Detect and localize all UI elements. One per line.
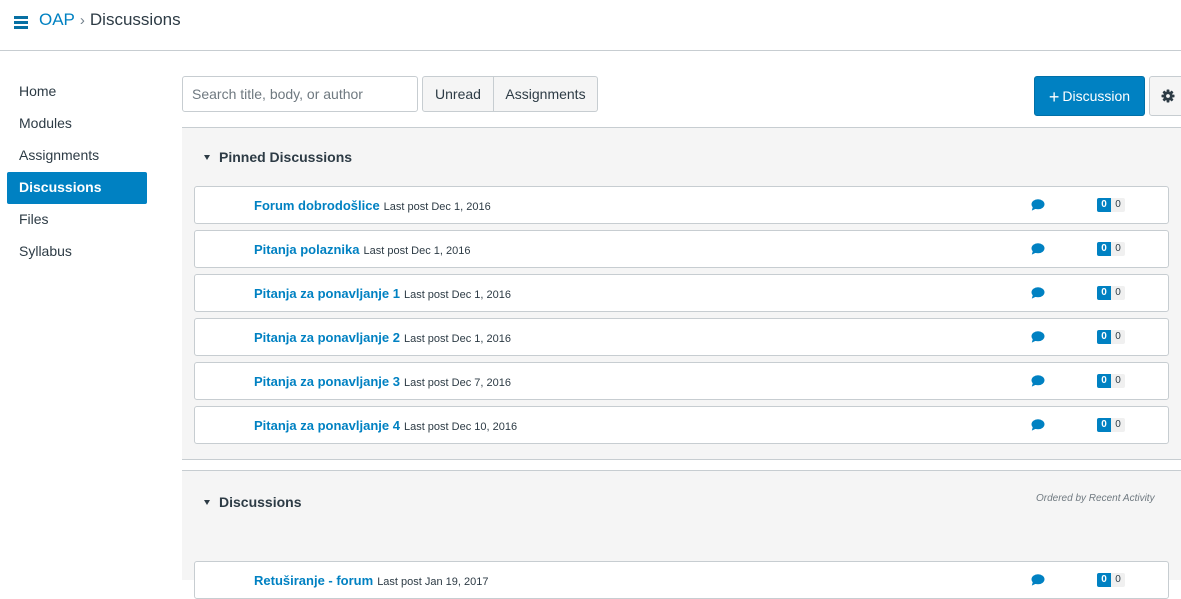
reply-count-badges: 00 — [1097, 573, 1125, 587]
pinned-discussions-section: Pinned Discussions Forum dobrodošlice Las… — [182, 127, 1181, 460]
breadcrumb: OAP › Discussions — [39, 10, 181, 31]
chat-bubble-icon — [1031, 287, 1045, 299]
discussion-row: Pitanja za ponavljanje 1 Last post Dec 1,… — [194, 274, 1169, 312]
nav-item-discussions[interactable]: Discussions — [7, 172, 147, 204]
add-discussion-button[interactable]: + Discussion — [1034, 76, 1145, 116]
discussion-title-link[interactable]: Pitanja polaznika Last post Dec 1, 2016 — [254, 242, 471, 257]
unread-count-badge: 0 — [1097, 286, 1111, 300]
breadcrumb-separator: › — [79, 12, 85, 29]
filter-button-group: Unread Assignments — [422, 76, 598, 112]
caret-down-icon — [204, 500, 210, 505]
discussion-row: Pitanja za ponavljanje 4 Last post Dec 10… — [194, 406, 1169, 444]
discussion-title-link[interactable]: Pitanja za ponavljanje 3 Last post Dec 7,… — [254, 374, 511, 389]
reply-count-badges: 00 — [1097, 418, 1125, 432]
reply-count-badges: 00 — [1097, 374, 1125, 388]
discussion-title-link[interactable]: Pitanja za ponavljanje 4 Last post Dec 10… — [254, 418, 517, 433]
last-post-date: Last post Dec 1, 2016 — [383, 201, 491, 213]
last-post-date: Last post Dec 1, 2016 — [403, 289, 511, 301]
unread-count-badge: 0 — [1097, 198, 1111, 212]
discussion-title: Retuširanje - forum — [254, 573, 374, 588]
chat-bubble-icon — [1031, 243, 1045, 255]
settings-button[interactable] — [1149, 76, 1181, 116]
unread-count-badge: 0 — [1097, 242, 1111, 256]
discussions-section-toggle[interactable]: Discussions — [204, 494, 301, 510]
last-post-date: Last post Dec 1, 2016 — [403, 333, 511, 345]
pinned-section-heading: Pinned Discussions — [219, 149, 353, 165]
discussion-title-link[interactable]: Pitanja za ponavljanje 2 Last post Dec 1,… — [254, 330, 511, 345]
discussions-section-heading: Discussions — [219, 494, 302, 510]
discussion-title: Pitanja za ponavljanje 3 — [254, 374, 400, 389]
reply-count-badges: 00 — [1097, 198, 1125, 212]
top-header: OAP › Discussions — [0, 0, 1181, 51]
discussion-title-link[interactable]: Pitanja za ponavljanje 1 Last post Dec 1,… — [254, 286, 511, 301]
total-count-badge: 0 — [1111, 573, 1125, 587]
nav-item-home[interactable]: Home — [7, 76, 147, 108]
last-post-date: Last post Dec 7, 2016 — [403, 377, 511, 389]
discussion-row: Pitanja za ponavljanje 3 Last post Dec 7,… — [194, 362, 1169, 400]
pinned-section-toggle[interactable]: Pinned Discussions — [204, 149, 352, 165]
discussions-section: Discussions Ordered by Recent Activity R… — [182, 470, 1181, 599]
plus-icon: + — [1048, 87, 1060, 107]
discussion-title: Pitanja za ponavljanje 4 — [254, 418, 400, 433]
unread-count-badge: 0 — [1097, 418, 1111, 432]
discussion-row: Pitanja za ponavljanje 2 Last post Dec 1,… — [194, 318, 1169, 356]
chat-bubble-icon — [1031, 199, 1045, 211]
gear-icon — [1161, 89, 1175, 103]
discussion-row: Retuširanje - forum Last post Jan 19, 201… — [194, 561, 1169, 599]
discussion-title: Pitanja za ponavljanje 1 — [254, 286, 400, 301]
hamburger-icon[interactable] — [14, 16, 28, 30]
nav-item-modules[interactable]: Modules — [7, 108, 147, 140]
unread-filter-button[interactable]: Unread — [422, 76, 494, 112]
search-input[interactable] — [182, 76, 418, 112]
assignments-filter-button[interactable]: Assignments — [494, 76, 598, 112]
discussion-title-link[interactable]: Forum dobrodošlice Last post Dec 1, 2016 — [254, 198, 491, 213]
nav-item-assignments[interactable]: Assignments — [7, 140, 147, 172]
breadcrumb-current: Discussions — [89, 10, 181, 29]
unread-count-badge: 0 — [1097, 374, 1111, 388]
nav-item-files[interactable]: Files — [7, 204, 147, 236]
last-post-date: Last post Jan 19, 2017 — [377, 576, 489, 588]
total-count-badge: 0 — [1111, 374, 1125, 388]
unread-count-badge: 0 — [1097, 330, 1111, 344]
total-count-badge: 0 — [1111, 330, 1125, 344]
last-post-date: Last post Dec 1, 2016 — [363, 245, 471, 257]
nav-item-syllabus[interactable]: Syllabus — [7, 236, 147, 268]
course-nav: Home Modules Assignments Discussions Fil… — [7, 76, 147, 268]
discussion-title: Pitanja polaznika — [254, 242, 360, 257]
discussion-title: Pitanja za ponavljanje 2 — [254, 330, 400, 345]
discussion-row: Pitanja polaznika Last post Dec 1, 2016 0… — [194, 230, 1169, 268]
caret-down-icon — [204, 155, 210, 160]
reply-count-badges: 00 — [1097, 330, 1125, 344]
reply-count-badges: 00 — [1097, 286, 1125, 300]
chat-bubble-icon — [1031, 574, 1045, 586]
add-discussion-label: Discussion — [1062, 88, 1131, 104]
total-count-badge: 0 — [1111, 198, 1125, 212]
chat-bubble-icon — [1031, 375, 1045, 387]
discussion-title: Forum dobrodošlice — [254, 198, 380, 213]
total-count-badge: 0 — [1111, 418, 1125, 432]
unread-count-badge: 0 — [1097, 573, 1111, 587]
breadcrumb-course-link[interactable]: OAP — [39, 10, 75, 29]
discussion-row: Forum dobrodošlice Last post Dec 1, 2016 … — [194, 186, 1169, 224]
chat-bubble-icon — [1031, 419, 1045, 431]
last-post-date: Last post Dec 10, 2016 — [403, 421, 518, 433]
sort-order-note: Ordered by Recent Activity — [1036, 493, 1155, 504]
total-count-badge: 0 — [1111, 242, 1125, 256]
discussion-title-link[interactable]: Retuširanje - forum Last post Jan 19, 201… — [254, 573, 489, 588]
reply-count-badges: 00 — [1097, 242, 1125, 256]
chat-bubble-icon — [1031, 331, 1045, 343]
total-count-badge: 0 — [1111, 286, 1125, 300]
